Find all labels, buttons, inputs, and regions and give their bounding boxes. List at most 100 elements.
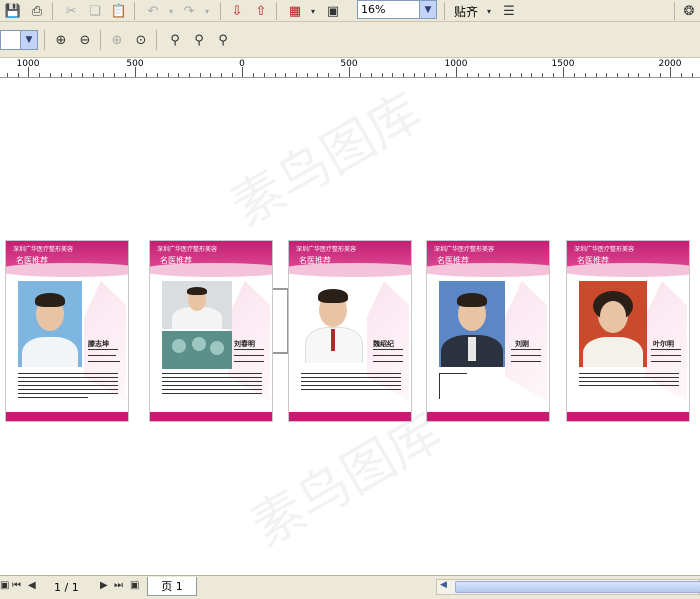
undo-icon[interactable]: ↶ xyxy=(144,2,162,20)
toolbar-separator xyxy=(220,2,221,20)
previous-page-icon[interactable]: ◀ xyxy=(28,580,36,591)
ruler-tick xyxy=(71,73,73,77)
text-line xyxy=(162,377,262,378)
doctor-name: 滕志坤 xyxy=(88,340,109,348)
scroll-left-icon[interactable]: ◀ xyxy=(440,580,447,590)
photo-face xyxy=(600,301,626,331)
doctor-card[interactable]: 深圳广华医疗整形美容 名医推荐 魏绍纪 xyxy=(288,240,412,422)
ruler-tick xyxy=(402,73,404,77)
chevron-down-icon[interactable]: ▼ xyxy=(20,31,37,49)
insert-page-after-icon[interactable]: ▣ xyxy=(130,580,139,591)
photo-body xyxy=(583,337,643,367)
card-swoosh xyxy=(567,263,689,277)
photo-figure xyxy=(192,337,206,351)
ruler-label: 500 xyxy=(126,59,144,69)
card-header-text: 深圳广华医疗整形美容 xyxy=(434,246,495,253)
zoom-out-icon[interactable]: ⊖ xyxy=(76,31,94,49)
ruler-tick xyxy=(114,73,115,77)
ruler-tick xyxy=(338,73,340,77)
standard-toolbar: 💾 ⎙ ✂ ❏ 📋 ↶ ▾ ↷ ▾ ⇩ ⇧ ▦ ▾ ▣ 16% ▼ 贴齐 ▾ ☰… xyxy=(0,0,700,22)
text-line xyxy=(162,389,262,390)
horizontal-scrollbar[interactable]: ◀ xyxy=(436,579,700,595)
zoom-level-combo[interactable]: 16% ▼ xyxy=(357,0,437,19)
corel-online-icon[interactable]: ❂ xyxy=(680,2,698,20)
text-line xyxy=(18,397,88,398)
text-line xyxy=(301,389,401,390)
paste-icon[interactable]: 📋 xyxy=(110,2,128,20)
snap-to-label[interactable]: 贴齐 xyxy=(454,3,478,20)
application-launcher-icon[interactable]: ▦ xyxy=(286,2,304,20)
text-line xyxy=(439,373,440,399)
ruler-tick xyxy=(81,73,83,77)
ruler-tick xyxy=(477,73,479,77)
ruler-tick xyxy=(606,73,608,77)
import-icon[interactable]: ⇩ xyxy=(228,2,246,20)
welcome-screen-icon[interactable]: ▣ xyxy=(324,2,342,20)
redo-dropdown-icon[interactable]: ▾ xyxy=(198,2,216,20)
text-line xyxy=(234,349,264,350)
undo-dropdown-icon[interactable]: ▾ xyxy=(162,2,180,20)
doctor-photo xyxy=(439,281,505,367)
zoom-to-page-height-icon[interactable]: ⚲ xyxy=(214,31,232,49)
launcher-dropdown-icon[interactable]: ▾ xyxy=(304,2,322,20)
ruler-tick xyxy=(7,73,8,77)
text-line xyxy=(579,385,679,386)
doctor-name: 魏绍纪 xyxy=(373,340,394,348)
ruler-tick xyxy=(509,73,511,77)
doctor-photo xyxy=(301,279,365,363)
ruler-label: 2000 xyxy=(658,59,682,69)
ruler-tick xyxy=(499,73,501,77)
ruler-tick xyxy=(520,73,522,77)
ruler-label: 1000 xyxy=(444,59,468,69)
save-icon[interactable]: 💾 xyxy=(4,2,22,20)
doctor-card[interactable]: 深圳广华医疗整形美容 名医推荐 刘刚 xyxy=(426,240,550,422)
export-icon[interactable]: ⇧ xyxy=(252,2,270,20)
photo-tie xyxy=(331,329,335,351)
card-footer xyxy=(289,412,411,421)
zoom-to-page-icon[interactable]: ⚲ xyxy=(166,31,184,49)
doctor-card[interactable]: 深圳广华医疗整形美容 名医推荐 滕志坤 xyxy=(5,240,129,422)
photo-hair xyxy=(35,293,65,307)
card-swoosh xyxy=(427,263,549,277)
text-line xyxy=(162,385,262,386)
print-icon[interactable]: ⎙ xyxy=(28,2,46,20)
toolbar-separator xyxy=(276,2,277,20)
ruler-tick xyxy=(681,73,683,77)
copy-icon[interactable]: ❏ xyxy=(86,2,104,20)
text-line xyxy=(651,361,681,362)
ruler-tick xyxy=(360,73,362,77)
zoom-to-all-objects-icon[interactable]: ⊙ xyxy=(132,31,150,49)
zoom-combo[interactable]: ▼ xyxy=(0,30,38,50)
ruler-tick xyxy=(328,73,329,77)
drawing-canvas[interactable]: 素鸟图库 素鸟图库 深圳广华医疗整形美容 名医推荐 滕志坤 深圳广华医疗整形美容 xyxy=(0,78,700,575)
horizontal-ruler[interactable]: 1000 500 0 500 1000 1500 2000 xyxy=(0,58,700,78)
text-line xyxy=(18,373,118,374)
ruler-tick xyxy=(445,73,447,77)
cut-icon[interactable]: ✂ xyxy=(62,2,80,20)
zoom-to-page-width-icon[interactable]: ⚲ xyxy=(190,31,208,49)
options-icon[interactable]: ☰ xyxy=(500,2,518,20)
doctor-card[interactable]: 深圳广华医疗整形美容 名医推荐 叶尔明 xyxy=(566,240,690,422)
doctor-photo xyxy=(579,281,647,367)
ruler-tick xyxy=(221,73,222,77)
text-line xyxy=(18,377,118,378)
zoom-in-icon[interactable]: ⊕ xyxy=(52,31,70,49)
text-line xyxy=(234,355,264,356)
next-page-icon[interactable]: ▶ xyxy=(100,580,108,591)
first-page-icon[interactable]: ⏮ xyxy=(12,580,21,591)
last-page-icon[interactable]: ⏭ xyxy=(114,580,123,591)
photo-hair xyxy=(457,293,487,307)
zoom-to-selected-icon[interactable]: ⊕ xyxy=(108,31,126,49)
text-line xyxy=(301,385,401,386)
ruler-tick xyxy=(488,73,490,77)
chevron-down-icon[interactable]: ▼ xyxy=(419,1,436,18)
photo-figure xyxy=(210,341,224,355)
scrollbar-thumb[interactable] xyxy=(455,581,700,593)
ruler-tick xyxy=(39,73,41,77)
page-tab[interactable]: 页 1 xyxy=(147,577,197,596)
snap-dropdown-icon[interactable]: ▾ xyxy=(480,2,498,20)
doctor-card[interactable]: 深圳广华医疗整形美容 名医推荐 刘春明 xyxy=(149,240,273,422)
ruler-tick xyxy=(392,73,394,77)
redo-icon[interactable]: ↷ xyxy=(180,2,198,20)
insert-page-before-icon[interactable]: ▣ xyxy=(0,580,9,591)
